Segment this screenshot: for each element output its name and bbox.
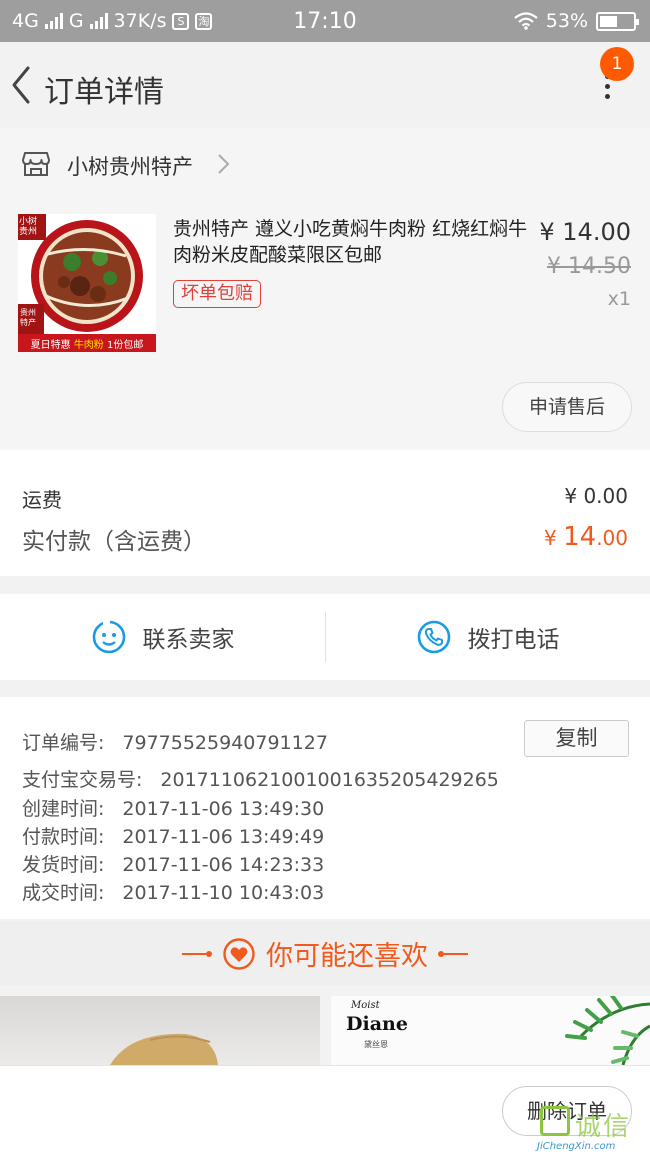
recommend-header: 你可能还喜欢 xyxy=(0,921,650,985)
paid-integer: 14 xyxy=(563,522,597,552)
product-title[interactable]: 贵州特产 遵义小吃黄焖牛肉粉 红烧红焖牛肉粉米皮配酸菜限区包邮 xyxy=(173,216,535,268)
order-number-label: 订单编号: xyxy=(22,732,105,754)
shipping-value: ¥ 0.00 xyxy=(564,484,628,508)
alipay-trade-label: 支付宝交易号: xyxy=(22,769,143,791)
created-time-value: 2017-11-06 13:49:30 xyxy=(122,798,325,820)
created-time-label: 创建时间: xyxy=(22,798,105,820)
store-row[interactable]: 小树贵州特产 xyxy=(0,128,650,200)
paid-label: 实付款（含运费） xyxy=(22,529,206,555)
diane-script-text: Moist xyxy=(351,1000,380,1011)
recommend-item-diane[interactable]: Moist Diane 黛丝恩 xyxy=(331,996,650,1065)
contact-seller-button[interactable]: 联系卖家 xyxy=(0,594,325,680)
original-price: ¥ 14.50 xyxy=(547,254,631,279)
chat-icon xyxy=(92,620,125,654)
shipped-time-label: 发货时间: xyxy=(22,854,105,876)
thumb-banner-c: 1份包邮 xyxy=(107,340,144,351)
watermark-url: JiChengXin.com xyxy=(537,1141,616,1152)
call-phone-button[interactable]: 拨打电话 xyxy=(325,594,650,680)
recommend-title: 你可能还喜欢 xyxy=(266,941,428,972)
call-phone-label: 拨打电话 xyxy=(467,627,560,653)
copy-button[interactable]: 复制 xyxy=(524,720,629,757)
shipped-time-value: 2017-11-06 14:23:33 xyxy=(122,854,325,876)
guarantee-tag: 坏单包赔 xyxy=(173,280,261,308)
phone-icon xyxy=(417,620,450,654)
diane-brand-text: Diane xyxy=(346,1013,408,1035)
watermark-logo-icon xyxy=(540,1106,570,1136)
product-card: 小树贵州 贵州特产 夏日特惠 牛肉粉 1份包邮 贵州特产 遵义小吃黄焖牛肉粉 红… xyxy=(0,200,650,450)
product-price: ¥ 14.00 xyxy=(539,218,631,246)
chevron-right-icon xyxy=(218,154,230,174)
thumb-brand-text: 小树贵州 xyxy=(19,217,38,237)
store-name: 小树贵州特产 xyxy=(67,155,193,179)
bottom-bar: 删除订单 诚信 JiChengXin.com xyxy=(0,1065,650,1155)
order-info-section: 订单编号: 79775525940791127 复制 支付宝交易号: 2017110… xyxy=(0,697,650,919)
watermark: 诚信 JiChengXin.com xyxy=(535,1106,650,1155)
decor-line-right xyxy=(438,950,468,957)
paid-time-label: 付款时间: xyxy=(22,826,105,848)
nav-bar: 订单详情 1 xyxy=(0,42,650,128)
message-badge[interactable]: 1 xyxy=(600,47,634,81)
thumb-banner: 夏日特惠 牛肉粉 1份包邮 xyxy=(18,336,156,351)
back-arrow-icon[interactable] xyxy=(8,62,38,108)
decor-line-left xyxy=(182,950,212,957)
paid-amount: ¥ 14.00 xyxy=(544,522,628,552)
paid-currency: ¥ xyxy=(544,526,564,550)
battery-icon xyxy=(596,11,639,31)
battery-fill xyxy=(600,15,617,27)
heart-icon xyxy=(223,937,255,970)
diane-cn-text: 黛丝恩 xyxy=(364,1040,388,1049)
order-number-row: 订单编号: 79775525940791127 xyxy=(22,728,328,755)
product-quantity: x1 xyxy=(607,288,631,310)
status-right: 53% xyxy=(514,10,639,32)
completed-time-label: 成交时间: xyxy=(22,882,105,904)
wifi-icon xyxy=(514,12,538,30)
alipay-trade-value: 2017110621001001635205429265 xyxy=(160,769,499,791)
after-sale-button[interactable]: 申请售后 xyxy=(502,382,632,432)
alipay-trade-row: 支付宝交易号: 2017110621001001635205429265 xyxy=(22,765,499,792)
created-time-row: 创建时间: 2017-11-06 13:49:30 xyxy=(22,794,324,821)
completed-time-row: 成交时间: 2017-11-10 10:43:03 xyxy=(22,878,324,905)
paid-decimal: .00 xyxy=(596,526,628,550)
thumb-banner-a: 夏日特惠 xyxy=(30,340,71,351)
paid-time-value: 2017-11-06 13:49:49 xyxy=(122,826,325,848)
thumb-badge-text: 贵州特产 xyxy=(20,308,36,327)
page-title: 订单详情 xyxy=(44,75,164,110)
status-bar: 4G G 37K/s S 淘 17:10 53% xyxy=(0,0,650,42)
contact-section: 联系卖家 拨打电话 xyxy=(0,594,650,680)
contact-seller-label: 联系卖家 xyxy=(142,627,235,653)
thumb-banner-b: 牛肉粉 xyxy=(73,340,104,351)
recommend-item-hat[interactable] xyxy=(0,996,320,1065)
fee-section: 运费 ¥ 0.00 实付款（含运费） ¥ 14.00 xyxy=(0,450,650,576)
product-image[interactable]: 小树贵州 贵州特产 夏日特惠 牛肉粉 1份包邮 xyxy=(18,214,156,352)
watermark-cn: 诚信 xyxy=(575,1112,632,1142)
shipping-label: 运费 xyxy=(22,488,62,512)
recommend-gallery: Moist Diane 黛丝恩 xyxy=(0,993,650,1065)
order-number-value: 79775525940791127 xyxy=(122,732,328,754)
battery-percent: 53% xyxy=(545,10,588,32)
completed-time-value: 2017-11-10 10:43:03 xyxy=(122,882,325,904)
store-icon xyxy=(22,152,50,176)
paid-time-row: 付款时间: 2017-11-06 13:49:49 xyxy=(22,822,324,849)
shipped-time-row: 发货时间: 2017-11-06 14:23:33 xyxy=(22,850,324,877)
